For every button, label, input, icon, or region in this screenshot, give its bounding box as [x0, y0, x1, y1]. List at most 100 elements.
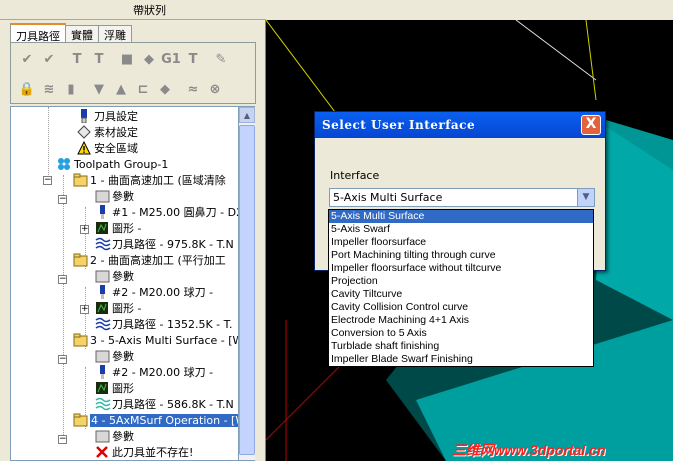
toolpath-group-icon	[57, 157, 71, 171]
collapse-icon[interactable]: ◆	[155, 78, 175, 100]
toolpath-icon	[95, 317, 111, 331]
ribbon-title: 帶狀列	[133, 4, 166, 17]
regenerate-icon[interactable]: T	[67, 48, 87, 70]
tab-art[interactable]: 浮雕	[98, 25, 132, 42]
insert-arrow-icon[interactable]: ⊏	[133, 78, 153, 100]
geometry-icon	[95, 381, 109, 395]
tree-item-tool-settings[interactable]: 刀具設定	[77, 108, 138, 124]
tab-toolpaths[interactable]: 刀具路徑	[10, 23, 66, 43]
tree-item-label: Toolpath Group-1	[74, 157, 169, 171]
dropdown-option[interactable]: Impeller floorsurface	[329, 236, 593, 249]
stock-setup-icon	[77, 125, 91, 139]
tree-item-operation-4[interactable]: 4 - 5AxMSurf Operation - [WC	[73, 412, 238, 428]
toolbar-row-1: ✔ ✔ T T ■ ◆ G1 T ✎	[17, 48, 231, 70]
folder-icon	[73, 333, 88, 347]
tree-expander[interactable]: −	[58, 275, 67, 284]
tree-expander[interactable]: −	[58, 355, 67, 364]
tree-item-label: 參數	[112, 350, 134, 363]
tree-item-geometry[interactable]: 圖形 -	[95, 300, 141, 316]
backplot-icon[interactable]: ■	[117, 48, 137, 70]
error-x-icon	[95, 445, 109, 459]
scroll-thumb[interactable]	[239, 125, 255, 455]
interface-dropdown-list: 5-Axis Multi Surface 5-Axis Swarf Impell…	[328, 209, 594, 367]
tree-item-operation-3[interactable]: 3 - 5-Axis Multi Surface - [WC	[73, 332, 239, 348]
parameters-icon	[95, 189, 110, 203]
tree-expander[interactable]: −	[58, 435, 67, 444]
tree-item-label: 刀具路徑 - 975.8K - T.N	[112, 238, 234, 251]
lock-icon[interactable]: 🔒	[17, 78, 37, 100]
no-display-icon[interactable]: ⊗	[205, 78, 225, 100]
dropdown-option[interactable]: Impeller floorsurface without tiltcurve	[329, 262, 593, 275]
app-window: 帶狀列 刀具路徑 實體 浮雕 ✔ ✔ T T ■ ◆ G1 T ✎ 🔒 ≋ ▮ …	[0, 0, 673, 461]
tree-expander[interactable]: −	[43, 176, 52, 185]
tree-item-label: 參數	[112, 270, 134, 283]
dropdown-option[interactable]: Projection	[329, 275, 593, 288]
scroll-up-button[interactable]: ▲	[239, 107, 255, 123]
tree-item-toolpath[interactable]: 刀具路徑 - 1352.5K - T.	[95, 316, 233, 332]
regenerate-dirty-icon[interactable]: T	[89, 48, 109, 70]
folder-icon	[73, 173, 88, 187]
tool-setting-icon	[77, 109, 91, 124]
tool-icon	[95, 365, 109, 379]
parameters-icon	[95, 349, 110, 363]
dropdown-option[interactable]: Cavity Collision Control curve	[329, 301, 593, 314]
select-invalid-icon[interactable]: ✔	[39, 48, 59, 70]
toolbar-row-2: 🔒 ≋ ▮ ▼ ▲ ⊏ ◆ ≈ ⊗	[17, 78, 225, 100]
tree-item-toolpath[interactable]: 刀具路徑 - 586.8K - T.N	[95, 396, 234, 412]
tree-item-geometry[interactable]: 圖形 -	[95, 220, 141, 236]
dropdown-option[interactable]: Turblade shaft finishing	[329, 340, 593, 353]
dropdown-option[interactable]: Conversion to 5 Axis	[329, 327, 593, 340]
tree-expander[interactable]: +	[80, 305, 89, 314]
tree-scrollbar[interactable]: ▲	[239, 106, 255, 461]
tool-icon	[95, 285, 109, 299]
interface-select-value: 5-Axis Multi Surface	[333, 191, 443, 204]
dropdown-option[interactable]: 5-Axis Multi Surface	[329, 210, 593, 223]
dialog-close-button[interactable]: X	[581, 115, 601, 135]
verify-icon[interactable]: ◆	[139, 48, 159, 70]
parameters-icon	[95, 429, 110, 443]
tab-solids[interactable]: 實體	[65, 25, 99, 42]
tree-item-parameters[interactable]: 參數	[95, 348, 134, 364]
tree-item-tool[interactable]: #2 - M20.00 球刀 -	[95, 364, 213, 380]
tree-item-parameters[interactable]: 參數	[95, 428, 134, 444]
tree-item-tool[interactable]: #2 - M20.00 球刀 -	[95, 284, 213, 300]
tree-item-toolpath-group[interactable]: Toolpath Group-1	[57, 156, 168, 172]
dropdown-option[interactable]: Cavity Tiltcurve	[329, 288, 593, 301]
tree-item-tool-missing[interactable]: 此刀具並不存在!	[95, 444, 193, 460]
chevron-down-icon[interactable]: ▼	[577, 189, 594, 206]
select-all-icon[interactable]: ✔	[17, 48, 37, 70]
move-down-icon[interactable]: ▼	[89, 78, 109, 100]
tree-item-label: #2 - M20.00 球刀 -	[112, 366, 214, 379]
post-g1-icon[interactable]: G1	[161, 48, 181, 70]
post-toggle-icon[interactable]: ▮	[61, 78, 81, 100]
tree-item-operation-2[interactable]: 2 - 曲面高速加工 (平行加工	[73, 252, 226, 268]
tree-item-parameters[interactable]: 參數	[95, 268, 134, 284]
dropdown-option[interactable]: Port Machining tilting through curve	[329, 249, 593, 262]
tree-expander[interactable]: −	[58, 195, 67, 204]
tree-item-label: 圖形 -	[112, 222, 142, 235]
edit-icon[interactable]: ✎	[211, 48, 231, 70]
move-up-icon[interactable]: ▲	[111, 78, 131, 100]
tree-item-toolpath[interactable]: 刀具路徑 - 975.8K - T.N	[95, 236, 234, 252]
tree-item-tool[interactable]: #1 - M25.00 圓鼻刀 - D2	[95, 204, 238, 220]
tree-item-parameters[interactable]: 參數	[95, 188, 134, 204]
dropdown-option[interactable]: Impeller Blade Swarf Finishing	[329, 353, 593, 366]
toolpath-icon	[95, 397, 111, 411]
wave-icon[interactable]: ≈	[183, 78, 203, 100]
tree-item-operation-1[interactable]: 1 - 曲面高速加工 (區域清除	[73, 172, 226, 188]
tree-item-label: 2 - 曲面高速加工 (平行加工	[90, 254, 226, 267]
tree-item-label: 3 - 5-Axis Multi Surface - [WC	[90, 333, 239, 347]
dropdown-option[interactable]: Electrode Machining 4+1 Axis	[329, 314, 593, 327]
tree-item-stock-setup[interactable]: 素材設定	[77, 124, 138, 140]
geometry-icon	[95, 221, 109, 235]
toggle-display-icon[interactable]: ≋	[39, 78, 59, 100]
high-feed-icon[interactable]: T	[183, 48, 203, 70]
dropdown-option[interactable]: 5-Axis Swarf	[329, 223, 593, 236]
interface-select[interactable]: 5-Axis Multi Surface ▼	[329, 188, 595, 207]
tree-item-label: 素材設定	[94, 126, 138, 139]
tree-item-label: 圖形	[112, 382, 134, 395]
tree-item-label: 刀具路徑 - 586.8K - T.N	[112, 398, 234, 411]
tree-expander[interactable]: +	[80, 225, 89, 234]
tree-item-safety-zone[interactable]: 安全區域	[77, 140, 138, 156]
tree-item-geometry[interactable]: 圖形	[95, 380, 134, 396]
